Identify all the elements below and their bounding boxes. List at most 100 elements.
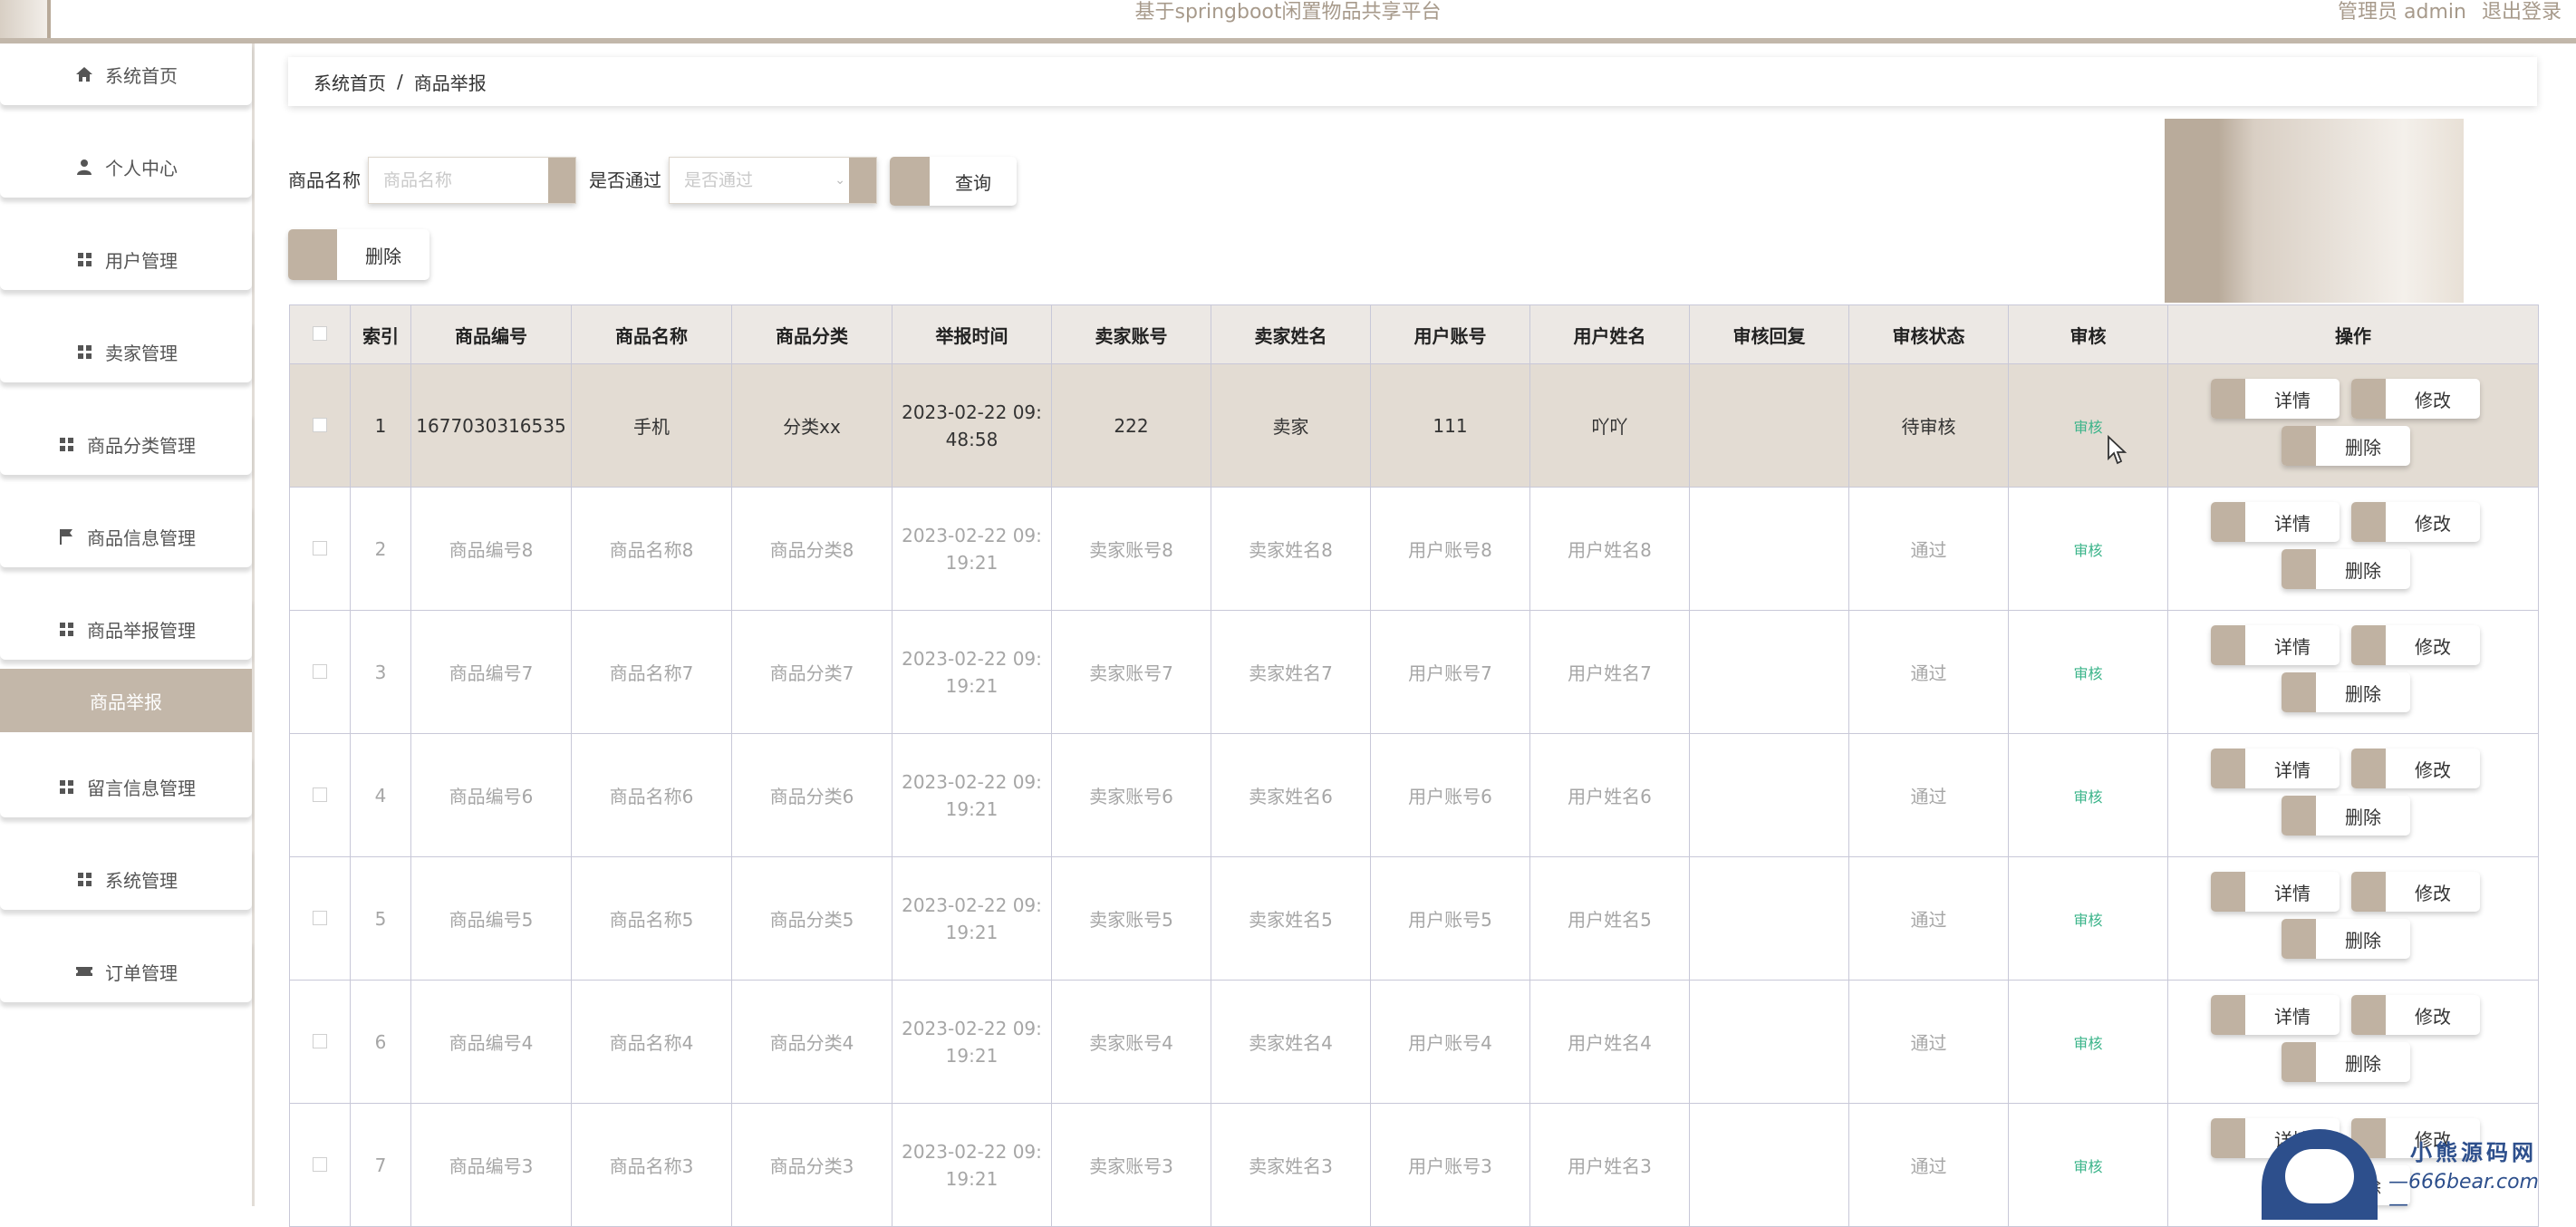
delete-button[interactable]: 删除 [2282,672,2410,712]
row-select-cell[interactable] [289,980,351,1104]
input-accent [849,158,876,203]
breadcrumb: 系统首页 / 商品举报 [288,57,2537,106]
cell-seller-name: 卖家姓名7 [1211,610,1371,734]
logout-link[interactable]: 退出登录 [2482,1,2562,24]
delete-button[interactable]: 删除 [2282,796,2410,836]
button-accent [2211,872,2245,912]
delete-button[interactable]: 删除 [2282,426,2410,466]
edit-button-label: 修改 [2415,635,2451,658]
cell-reply [1689,856,1849,981]
table-row: 7 商品编号3 商品名称3 商品分类3 2023-02-22 09: 19:21 卖家账号3… [289,1103,2539,1227]
edit-button[interactable]: 修改 [2351,749,2480,788]
sidebar-subitem-product-report[interactable]: 商品举报 [0,669,252,732]
select-all-checkbox[interactable] [313,326,327,341]
detail-button[interactable]: 详情 [2211,995,2340,1035]
sidebar-item-categories[interactable]: 商品分类管理 [0,413,252,475]
report-time-date: 2023-02-22 09: [902,1140,1042,1163]
report-time-clock: 19:21 [945,921,999,943]
row-checkbox[interactable] [313,417,327,432]
row-checkbox[interactable] [313,1156,327,1172]
sidebar-item-profile[interactable]: 个人中心 [0,136,252,198]
row-checkbox[interactable] [313,1033,327,1048]
cell-actions: 详情 修改删除 [2167,733,2539,857]
report-time-clock: 19:21 [945,551,999,574]
select-all-cell[interactable] [289,304,351,364]
audit-link[interactable]: 审核 [2073,542,2102,559]
cell-seller-acc: 卖家账号7 [1051,610,1211,734]
edit-button[interactable]: 修改 [2351,625,2480,665]
cell-category: 商品分类4 [731,980,892,1104]
detail-button[interactable]: 详情 [2211,502,2340,542]
input-accent [548,158,575,203]
sidebar-item-orders[interactable]: 订单管理 [0,941,252,1002]
breadcrumb-home[interactable]: 系统首页 [314,69,386,95]
audit-link[interactable]: 审核 [2073,665,2102,682]
cell-category: 商品分类6 [731,733,892,857]
row-select-cell[interactable] [289,733,351,857]
bulk-delete-button[interactable]: 删除 [288,229,429,280]
grid-icon [56,434,76,454]
audit-link[interactable]: 审核 [2073,912,2102,929]
edit-button[interactable]: 修改 [2351,379,2480,419]
cell-index: 1 [350,363,411,488]
detail-button[interactable]: 详情 [2211,872,2340,912]
col-header: 审核 [2008,304,2168,364]
cell-actions: 详情 修改删除 [2167,856,2539,981]
detail-button[interactable]: 详情 [2211,749,2340,788]
button-accent [2282,672,2316,712]
button-accent [2351,379,2386,419]
edit-button[interactable]: 修改 [2351,995,2480,1035]
row-checkbox[interactable] [313,787,327,802]
cell-index: 7 [350,1103,411,1227]
cell-report-time: 2023-02-22 09: 19:21 [892,856,1052,981]
audit-link[interactable]: 审核 [2073,788,2102,806]
button-accent [2211,995,2245,1035]
row-checkbox[interactable] [313,910,327,925]
row-checkbox[interactable] [313,663,327,679]
cell-seller-acc: 卖家账号4 [1051,980,1211,1104]
sidebar-item-reports[interactable]: 商品举报管理 [0,598,252,660]
audit-link[interactable]: 审核 [2073,1035,2102,1052]
delete-button[interactable]: 删除 [2282,1042,2410,1082]
delete-button[interactable]: 删除 [2282,549,2410,589]
cell-index: 2 [350,487,411,611]
mouse-cursor-icon [2108,435,2127,465]
query-button[interactable]: 查询 [890,157,1017,206]
edit-button[interactable]: 修改 [2351,872,2480,912]
grid-icon [56,619,76,639]
sidebar-item-system[interactable]: 系统管理 [0,848,252,910]
row-select-cell[interactable] [289,487,351,611]
product-name-field[interactable] [368,157,576,204]
report-table: 索引 商品编号 商品名称 商品分类 举报时间 卖家账号 卖家姓名 用户账号 用户… [289,304,2539,1227]
report-time-date: 2023-02-22 09: [902,770,1042,793]
sidebar-item-products[interactable]: 商品信息管理 [0,506,252,567]
detail-button[interactable]: 详情 [2211,379,2340,419]
row-select-cell[interactable] [289,363,351,488]
sidebar-item-label: 商品举报管理 [87,619,196,642]
detail-button[interactable]: 详情 [2211,625,2340,665]
sidebar-item-home[interactable]: 系统首页 [0,43,252,105]
cell-name: 商品名称7 [571,610,732,734]
sidebar-item-users[interactable]: 用户管理 [0,228,252,290]
button-accent [2351,995,2386,1035]
passed-select[interactable]: ⌄ [669,157,877,204]
row-checkbox[interactable] [313,540,327,556]
cell-category: 分类xx [731,363,892,488]
cell-reply [1689,610,1849,734]
row-select-cell[interactable] [289,856,351,981]
edit-button[interactable]: 修改 [2351,502,2480,542]
button-accent [2282,796,2316,836]
cell-user-acc: 用户账号4 [1370,980,1530,1104]
audit-link[interactable]: 审核 [2073,419,2102,436]
sidebar-item-messages[interactable]: 留言信息管理 [0,756,252,817]
row-select-cell[interactable] [289,610,351,734]
cell-audit: 审核 [2008,856,2168,981]
cell-status: 待审核 [1848,363,2009,488]
audit-link[interactable]: 审核 [2073,1158,2102,1175]
row-select-cell[interactable] [289,1103,351,1227]
report-time-date: 2023-02-22 09: [902,894,1042,916]
sidebar-item-sellers[interactable]: 卖家管理 [0,321,252,382]
delete-button[interactable]: 删除 [2282,919,2410,959]
product-name-input[interactable] [369,158,575,203]
cell-user-name: 用户姓名7 [1529,610,1690,734]
